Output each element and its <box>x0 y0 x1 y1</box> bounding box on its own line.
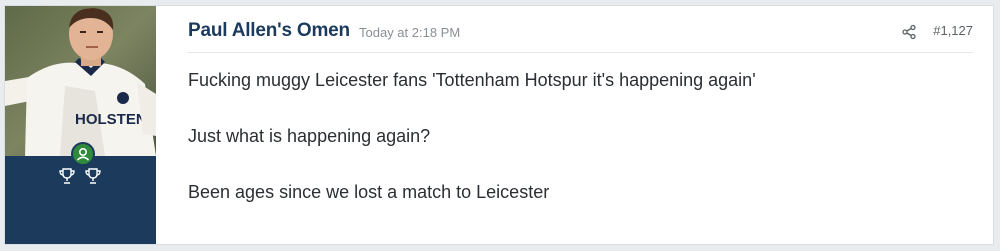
message-post: HOLSTEN Paul Allen's Omen Today at 2:18 … <box>4 5 994 245</box>
message-line: Fucking muggy Leicester fans 'Tottenham … <box>188 70 756 90</box>
shirt-sponsor-text: HOLSTEN <box>75 111 147 128</box>
avatar-image: HOLSTEN <box>5 6 156 156</box>
trophy-icon[interactable] <box>83 166 103 191</box>
avatar[interactable]: HOLSTEN <box>5 6 156 156</box>
post-header: Paul Allen's Omen Today at 2:18 PM #1,12… <box>188 20 973 53</box>
message-body: Fucking muggy Leicester fans 'Tottenham … <box>188 68 973 236</box>
post-main: Paul Allen's Omen Today at 2:18 PM #1,12… <box>156 6 993 244</box>
user-info-panel: HOLSTEN <box>5 6 156 244</box>
message-line: Been ages since we lost a match to Leice… <box>188 182 550 202</box>
username-link[interactable]: Paul Allen's Omen <box>188 20 350 42</box>
post-timestamp[interactable]: Today at 2:18 PM <box>359 25 460 40</box>
trophy-icon[interactable] <box>57 166 77 191</box>
message-line: Just what is happening again? <box>188 126 431 146</box>
share-icon[interactable] <box>901 24 917 40</box>
post-number-link[interactable]: #1,127 <box>933 23 973 38</box>
user-online-icon <box>71 142 95 166</box>
trophy-list <box>57 166 103 191</box>
